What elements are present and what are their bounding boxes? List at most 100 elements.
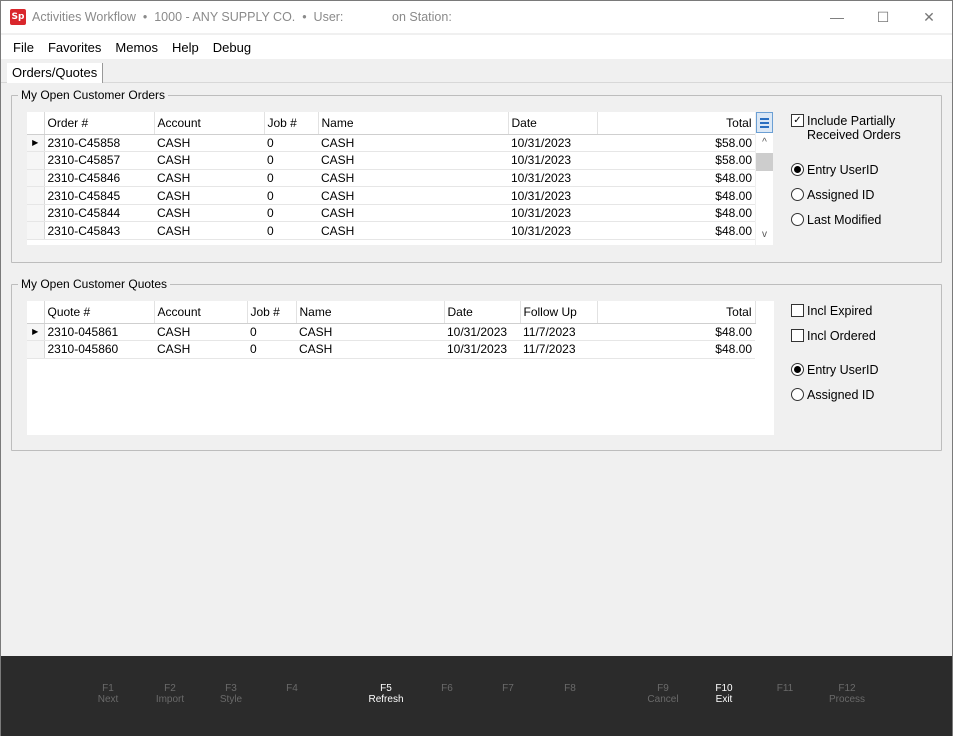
quotes-group: My Open Customer Quotes Quote # Account …	[11, 277, 942, 451]
order-name: CASH	[318, 204, 508, 223]
tab-orders-quotes[interactable]: Orders/Quotes	[7, 63, 104, 83]
quote-number: 2310-045860	[44, 340, 154, 359]
orders-scrollbar[interactable]: ^ v	[756, 112, 773, 245]
quotes-radio-entry-userid[interactable]: Entry UserID	[791, 363, 879, 377]
orders-radio-last-modified[interactable]: Last Modified	[791, 213, 881, 227]
f4-button[interactable]: F4	[262, 683, 322, 694]
order-date: 10/31/2023	[508, 204, 597, 223]
f12-process-button[interactable]: F12 Process	[817, 683, 877, 705]
order-account: CASH	[154, 221, 264, 241]
f11-button[interactable]: F11	[755, 683, 815, 694]
quote-date: 10/31/2023	[444, 340, 520, 359]
quote-name: CASH	[296, 323, 444, 342]
function-key-bar: F1 Next F2 Import F3 Style F4 F5 Refresh F6 …	[1, 656, 952, 736]
order-date: 10/31/2023	[508, 169, 597, 188]
row-pointer-icon: ▶	[27, 323, 45, 342]
window-title: Activities Workflow • 1000 - ANY SUPPLY …	[32, 10, 452, 24]
orders-grid: Order # Account Job # Name Date Total ▶ …	[27, 112, 755, 245]
order-account: CASH	[154, 134, 264, 153]
quotes-col-account[interactable]: Account	[154, 301, 248, 324]
close-button[interactable]: ✕	[906, 1, 952, 33]
table-row[interactable]: 2310-C45845 CASH 0 CASH 10/31/2023 $48.0…	[27, 186, 755, 205]
column-chooser-icon[interactable]	[756, 112, 773, 133]
f5-refresh-button[interactable]: F5 Refresh	[356, 683, 416, 705]
f3-style-button[interactable]: F3 Style	[201, 683, 261, 705]
quotes-col-quote[interactable]: Quote #	[44, 301, 155, 324]
quotes-col-name[interactable]: Name	[296, 301, 445, 324]
order-job: 0	[264, 151, 318, 170]
minimize-button[interactable]: —	[814, 1, 860, 33]
table-row[interactable]: ▶ 2310-045861 CASH 0 CASH 10/31/2023 11/…	[27, 323, 755, 342]
scroll-thumb[interactable]	[756, 153, 773, 171]
row-selector	[27, 186, 45, 205]
quotes-col-job[interactable]: Job #	[247, 301, 297, 324]
order-job: 0	[264, 204, 318, 223]
checkbox-icon	[791, 304, 804, 317]
order-account: CASH	[154, 186, 264, 205]
quotes-header-row: Quote # Account Job # Name Date Follow U…	[27, 301, 756, 324]
quotes-col-date[interactable]: Date	[444, 301, 521, 324]
quotes-radio-assigned-id[interactable]: Assigned ID	[791, 388, 874, 402]
scroll-down-icon[interactable]: v	[756, 226, 773, 243]
quote-account: CASH	[154, 323, 247, 342]
row-selector	[27, 204, 45, 223]
quotes-col-total[interactable]: Total	[597, 301, 756, 324]
radio-label: Assigned ID	[807, 388, 875, 402]
order-name: CASH	[318, 186, 508, 205]
order-number: 2310-C45857	[44, 151, 154, 170]
quote-job: 0	[247, 323, 296, 342]
radio-label: Entry UserID	[807, 363, 879, 377]
scroll-up-icon[interactable]: ^	[756, 134, 773, 151]
table-row[interactable]: 2310-C45844 CASH 0 CASH 10/31/2023 $48.0…	[27, 204, 755, 223]
menu-memos[interactable]: Memos	[108, 40, 165, 55]
quote-name: CASH	[296, 340, 444, 359]
menu-file[interactable]: File	[1, 40, 41, 55]
orders-radio-entry-userid[interactable]: Entry UserID	[791, 163, 879, 177]
f7-button[interactable]: F7	[478, 683, 538, 694]
quote-number: 2310-045861	[44, 323, 154, 342]
table-row[interactable]: ▶ 2310-C45858 CASH 0 CASH 10/31/2023 $58…	[27, 134, 755, 153]
order-date: 10/31/2023	[508, 186, 597, 205]
radio-icon	[791, 188, 804, 201]
orders-col-name[interactable]: Name	[318, 112, 509, 135]
orders-radio-assigned-id[interactable]: Assigned ID	[791, 188, 874, 202]
f10-exit-button[interactable]: F10 Exit	[694, 683, 754, 705]
f2-import-button[interactable]: F2 Import	[140, 683, 200, 705]
quote-date: 10/31/2023	[444, 323, 520, 342]
radio-selected-icon	[791, 363, 804, 376]
table-row[interactable]: 2310-C45846 CASH 0 CASH 10/31/2023 $48.0…	[27, 169, 755, 188]
f1-next-button[interactable]: F1 Next	[78, 683, 138, 705]
orders-header-selector	[27, 112, 45, 135]
menu-favorites[interactable]: Favorites	[41, 40, 108, 55]
incl-expired-checkbox[interactable]: Incl Expired	[791, 304, 872, 318]
radio-icon	[791, 213, 804, 226]
order-date: 10/31/2023	[508, 134, 597, 153]
order-job: 0	[264, 186, 318, 205]
row-selector	[27, 340, 45, 359]
tab-strip: Orders/Quotes	[1, 61, 952, 83]
radio-selected-icon	[791, 163, 804, 176]
table-row[interactable]: 2310-C45857 CASH 0 CASH 10/31/2023 $58.0…	[27, 151, 755, 170]
include-partial-label: Include Partially Received Orders	[807, 114, 901, 142]
orders-col-total[interactable]: Total	[597, 112, 755, 135]
checkbox-label: Incl Expired	[807, 304, 873, 318]
orders-col-account[interactable]: Account	[154, 112, 265, 135]
table-row[interactable]: 2310-C45843 CASH 0 CASH 10/31/2023 $48.0…	[27, 221, 755, 241]
table-row[interactable]: 2310-045860 CASH 0 CASH 10/31/2023 11/7/…	[27, 340, 755, 359]
quotes-col-follow-up[interactable]: Follow Up	[520, 301, 598, 324]
order-name: CASH	[318, 151, 508, 170]
include-partial-checkbox[interactable]: ✓ Include Partially Received Orders	[791, 114, 901, 142]
f8-button[interactable]: F8	[540, 683, 600, 694]
quote-total: $48.00	[597, 323, 755, 342]
incl-ordered-checkbox[interactable]: Incl Ordered	[791, 329, 876, 343]
orders-col-job[interactable]: Job #	[264, 112, 319, 135]
f9-cancel-button[interactable]: F9 Cancel	[633, 683, 693, 705]
menu-debug[interactable]: Debug	[206, 40, 258, 55]
maximize-button[interactable]: ☐	[860, 1, 906, 33]
f6-button[interactable]: F6	[417, 683, 477, 694]
orders-col-date[interactable]: Date	[508, 112, 598, 135]
menu-help[interactable]: Help	[165, 40, 206, 55]
row-selector	[27, 221, 45, 241]
orders-col-order[interactable]: Order #	[44, 112, 155, 135]
app-window: Sp Activities Workflow • 1000 - ANY SUPP…	[0, 0, 953, 736]
